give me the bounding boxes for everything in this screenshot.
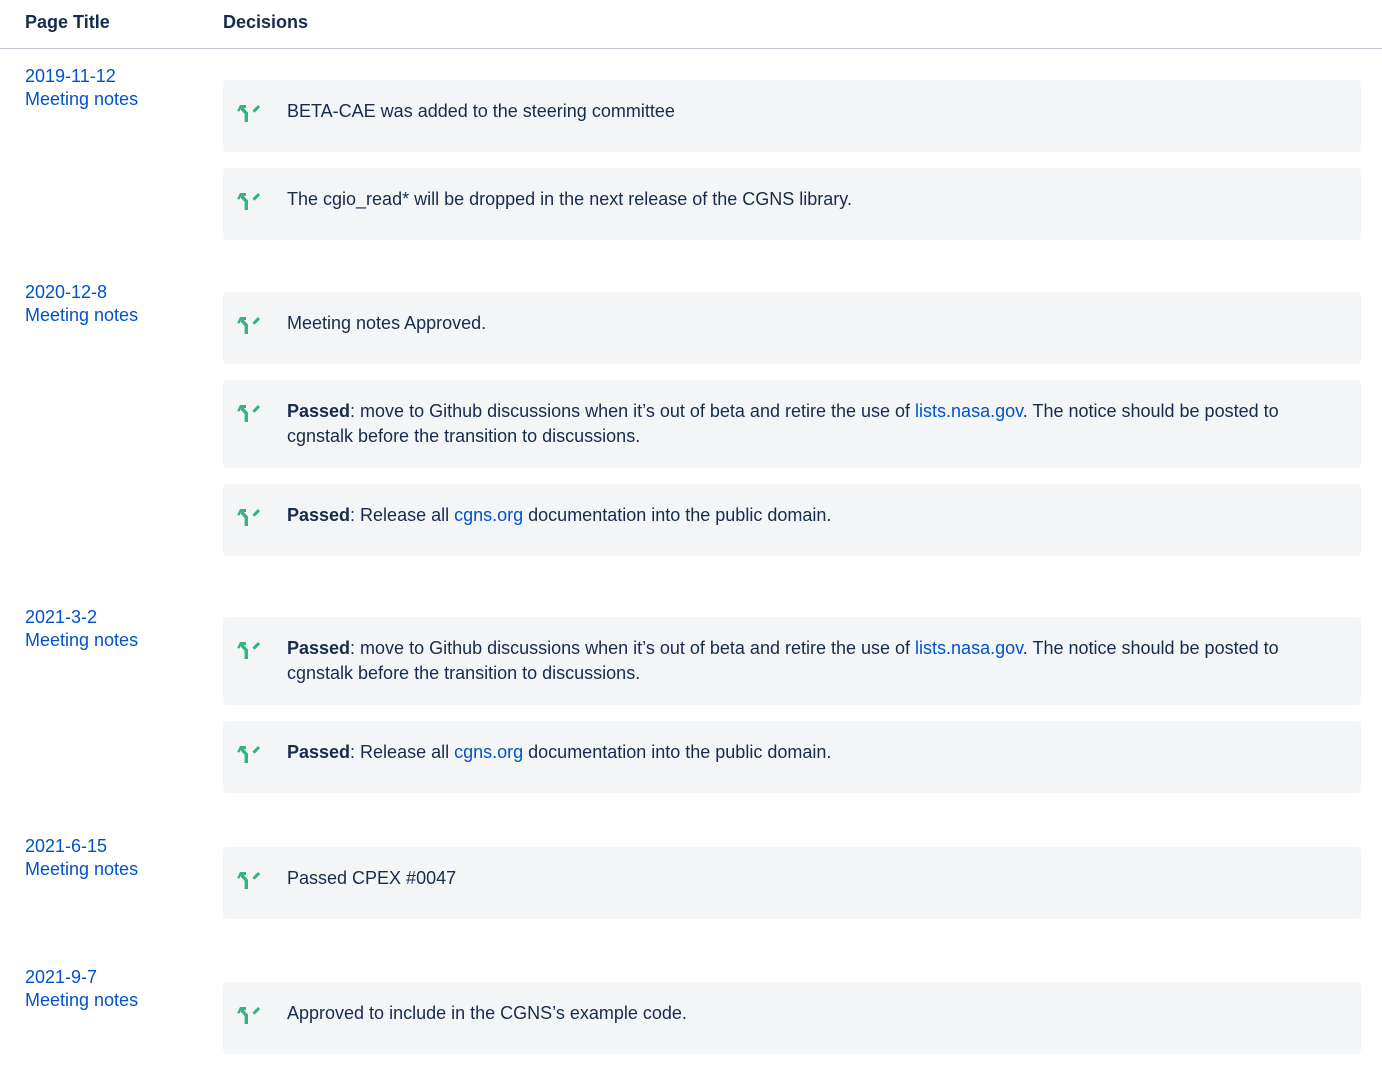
decision-text: : Release all: [350, 742, 455, 762]
decision-status: Passed: [287, 505, 351, 525]
decision-item: Passed: Release all cgns.org documentati…: [223, 721, 1361, 793]
table-row: 2021-6-15 Meeting notes Passed CPEX #004…: [0, 819, 1382, 950]
decision-icon: [237, 193, 261, 210]
decision-text: documentation into the public domain.: [523, 742, 832, 762]
external-link[interactable]: cgns.org: [454, 505, 523, 525]
meeting-notes-link[interactable]: 2021-3-2 Meeting notes: [0, 590, 223, 652]
table-header: Page Title Decisions: [0, 0, 1382, 49]
decision-text: Meeting notes Approved.: [287, 313, 487, 333]
column-header-page-title: Page Title: [25, 12, 110, 32]
page-title-cell: 2021-9-7 Meeting notes: [0, 950, 223, 1012]
decision-text: : move to Github discussions when it’s o…: [350, 401, 916, 421]
decision-icon: [237, 746, 261, 763]
meeting-notes-label: Meeting notes: [25, 305, 139, 325]
decision-text: Passed CPEX #0047: [287, 868, 457, 888]
decision-icon: [237, 1007, 261, 1024]
meeting-notes-link[interactable]: 2021-6-15 Meeting notes: [0, 819, 223, 881]
decision-item: Passed: Release all cgns.org documentati…: [223, 484, 1361, 556]
decision-text: BETA-CAE was added to the steering commi…: [287, 101, 675, 121]
meeting-notes-label: Meeting notes: [25, 859, 139, 879]
decisions-cell: BETA-CAE was added to the steering commi…: [223, 49, 1382, 256]
decision-text: Approved to include in the CGNS’s exampl…: [287, 1003, 687, 1023]
decisions-cell: Approved to include in the CGNS’s exampl…: [223, 950, 1382, 1070]
decision-text: : move to Github discussions when it’s o…: [350, 638, 916, 658]
meeting-notes-link[interactable]: 2019-11-12 Meeting notes: [0, 49, 223, 111]
decision-text: The cgio_read* will be dropped in the ne…: [287, 189, 852, 209]
decision-status: Passed: [287, 742, 351, 762]
page-title-cell: 2021-3-2 Meeting notes: [0, 590, 223, 652]
decision-item: The cgio_read* will be dropped in the ne…: [223, 168, 1361, 240]
table-row: 2021-3-2 Meeting notes Passed: move to G…: [0, 590, 1382, 819]
meeting-notes-label: Meeting notes: [25, 89, 139, 109]
external-link[interactable]: lists.nasa.gov: [915, 401, 1023, 421]
column-header-decisions: Decisions: [223, 12, 309, 32]
meeting-date: 2020-12-8: [25, 282, 108, 302]
decision-item: Approved to include in the CGNS’s exampl…: [223, 982, 1361, 1054]
page-title-cell: 2020-12-8 Meeting notes: [0, 265, 223, 327]
table-row: 2020-12-8 Meeting notes Meeting notes Ap…: [0, 265, 1382, 590]
decisions-cell: Meeting notes Approved. Passed: move to …: [223, 265, 1382, 572]
page-title-cell: 2021-6-15 Meeting notes: [0, 819, 223, 881]
decision-icon: [237, 509, 261, 526]
decisions-table: Page Title Decisions 2019-11-12 Meeting …: [0, 0, 1382, 1070]
decision-text: documentation into the public domain.: [523, 505, 832, 525]
meeting-notes-label: Meeting notes: [25, 630, 139, 650]
meeting-date: 2021-6-15: [25, 836, 108, 856]
decisions-cell: Passed: move to Github discussions when …: [223, 590, 1382, 809]
decision-status: Passed: [287, 401, 351, 421]
decision-item: Passed: move to Github discussions when …: [223, 380, 1361, 468]
external-link[interactable]: cgns.org: [454, 742, 523, 762]
table-row: 2021-9-7 Meeting notes Approved to inclu…: [0, 950, 1382, 1070]
external-link[interactable]: lists.nasa.gov: [915, 638, 1023, 658]
meeting-date: 2019-11-12: [25, 66, 116, 86]
meeting-date: 2021-3-2: [25, 607, 98, 627]
decision-icon: [237, 317, 261, 334]
meeting-date: 2021-9-7: [25, 967, 98, 987]
decision-status: Passed: [287, 638, 351, 658]
decision-icon: [237, 405, 261, 422]
page-title-cell: 2019-11-12 Meeting notes: [0, 49, 223, 111]
decision-item: Passed CPEX #0047: [223, 847, 1361, 919]
meeting-notes-link[interactable]: 2020-12-8 Meeting notes: [0, 265, 223, 327]
decisions-cell: Passed CPEX #0047: [223, 819, 1382, 935]
decision-item: BETA-CAE was added to the steering commi…: [223, 80, 1361, 152]
decision-text: : Release all: [350, 505, 455, 525]
meeting-notes-link[interactable]: 2021-9-7 Meeting notes: [0, 950, 223, 1012]
decision-icon: [237, 105, 261, 122]
decision-item: Meeting notes Approved.: [223, 292, 1361, 364]
table-row: 2019-11-12 Meeting notes BETA-CAE was ad…: [0, 49, 1382, 265]
decision-icon: [237, 642, 261, 659]
decision-item: Passed: move to Github discussions when …: [223, 617, 1361, 705]
decision-icon: [237, 872, 261, 889]
meeting-notes-label: Meeting notes: [25, 990, 139, 1010]
